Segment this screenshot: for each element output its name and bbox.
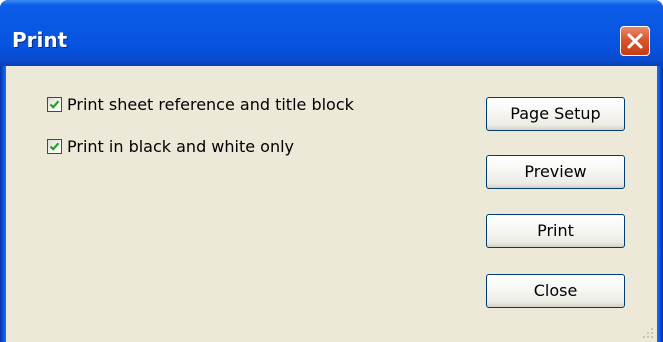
dialog-body: Print sheet reference and title block Pr… (6, 66, 657, 342)
black-and-white-option[interactable]: Print in black and white only (47, 136, 294, 156)
window-frame-right (657, 66, 663, 342)
print-sheet-reference-option[interactable]: Print sheet reference and title block (47, 94, 354, 114)
preview-button[interactable]: Preview (486, 155, 625, 189)
close-icon (627, 33, 643, 49)
print-dialog: Print Print sheet reference and title bl… (0, 0, 663, 342)
black-and-white-checkbox[interactable] (47, 138, 62, 154)
print-button[interactable]: Print (486, 214, 625, 248)
checkmark-icon (49, 99, 60, 109)
page-setup-button[interactable]: Page Setup (486, 97, 625, 131)
window-title: Print (12, 28, 68, 52)
close-button[interactable]: Close (486, 274, 625, 308)
resize-grip-icon[interactable] (642, 327, 654, 339)
checkmark-icon (49, 141, 60, 151)
close-window-button[interactable] (620, 26, 650, 56)
print-sheet-reference-checkbox[interactable] (47, 96, 62, 112)
print-sheet-reference-label: Print sheet reference and title block (67, 94, 354, 114)
title-bar[interactable]: Print (0, 0, 663, 66)
black-and-white-label: Print in black and white only (67, 136, 295, 156)
